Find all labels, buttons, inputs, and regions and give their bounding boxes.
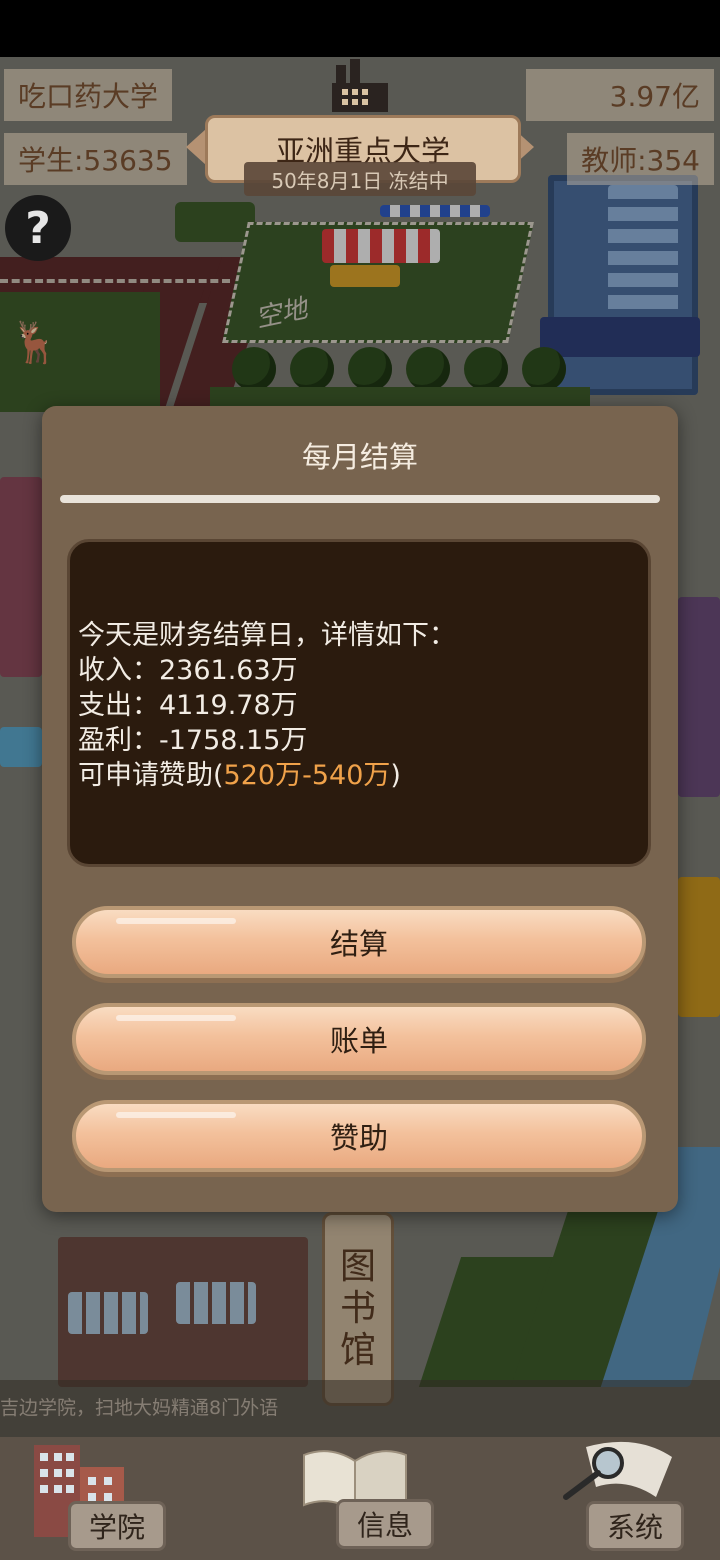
sponsor-separator: - <box>302 760 312 791</box>
dialog-title: 每月结算 <box>301 440 418 474</box>
student-count: 学生:53635 <box>4 133 187 185</box>
sponsor-max: 540万 <box>311 760 391 791</box>
report-income: 收入：2361.63万 <box>78 655 298 686</box>
sponsor-button[interactable]: 赞助 <box>72 1100 646 1172</box>
sponsor-suffix: ) <box>390 760 401 791</box>
report-profit: 盈利：-1758.15万 <box>78 725 308 756</box>
settle-button[interactable]: 结算 <box>72 906 646 978</box>
bill-button[interactable]: 账单 <box>72 1003 646 1075</box>
banner-tail-left <box>186 129 206 165</box>
sponsor-prefix: 可申请赞助( <box>78 760 224 791</box>
school-name: 吃口药大学 <box>4 69 173 121</box>
funds-display: 3.97亿 <box>526 69 714 121</box>
divider <box>60 495 660 503</box>
nav-college[interactable]: 学院 <box>30 1437 170 1560</box>
report-intro: 今天是财务结算日，详情如下： <box>78 620 456 651</box>
settlement-report: 今天是财务结算日，详情如下： 收入：2361.63万 支出：4119.78万 盈… <box>67 539 651 867</box>
report-sponsor: 可申请赞助(520万-540万) <box>78 758 648 793</box>
nav-college-label: 学院 <box>68 1501 167 1551</box>
report-expense: 支出：4119.78万 <box>78 690 298 721</box>
monthly-settlement-dialog: 每月结算 今天是财务结算日，详情如下： 收入：2361.63万 支出：4119.… <box>42 406 678 1212</box>
nav-system[interactable]: 系统 <box>552 1437 702 1560</box>
nav-system-label: 系统 <box>586 1501 685 1551</box>
question-mark-icon[interactable]: ? <box>5 195 71 261</box>
game-date-status: 50年8月1日 冻结中 <box>244 162 476 196</box>
nav-info-label: 信息 <box>336 1499 435 1549</box>
bottom-navigation: 学院 信息 系统 <box>0 1437 720 1560</box>
status-bar <box>0 0 720 57</box>
school-building-icon <box>332 59 388 112</box>
nav-info[interactable]: 信息 <box>298 1437 438 1560</box>
teacher-count: 教师:354 <box>567 133 714 185</box>
sponsor-min: 520万 <box>223 760 303 791</box>
